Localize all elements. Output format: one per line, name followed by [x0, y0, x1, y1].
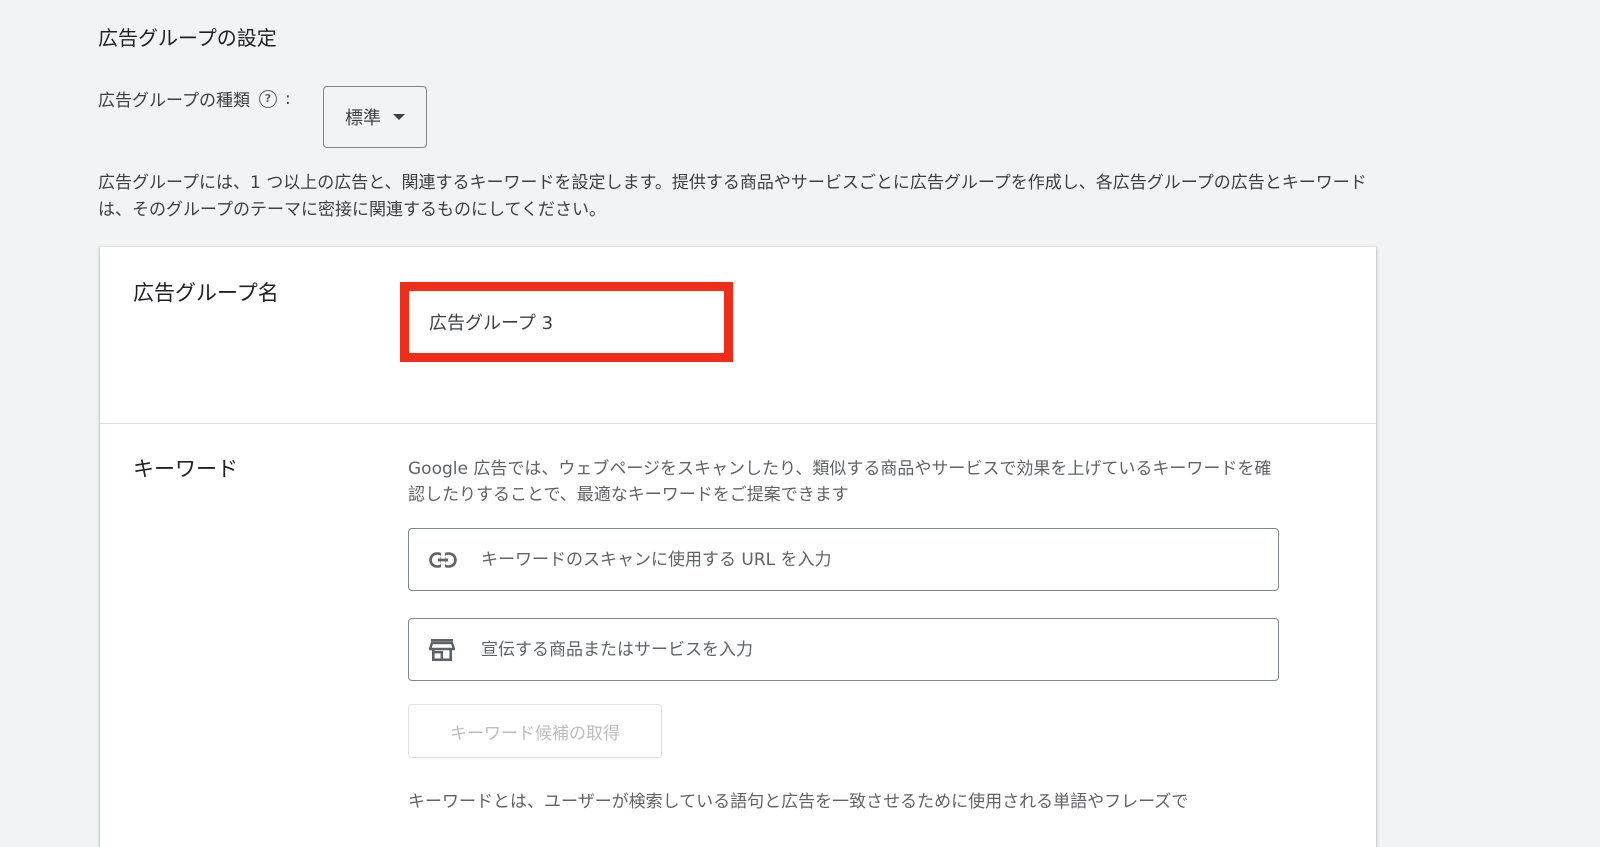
ad-group-type-label-row: 広告グループの種類 ? :: [98, 86, 291, 112]
help-icon[interactable]: ?: [258, 89, 277, 108]
store-icon: [429, 638, 459, 662]
ad-group-card: 広告グループ名 キーワード Google 広告では、ウェブページをスキャンしたり…: [100, 247, 1376, 847]
label-colon: :: [284, 88, 291, 109]
url-field[interactable]: [408, 528, 1279, 591]
get-keyword-suggestions-button[interactable]: キーワード候補の取得: [408, 704, 662, 758]
section-divider: [100, 423, 1376, 424]
product-input[interactable]: [479, 638, 1278, 661]
caret-down-icon: [393, 114, 405, 120]
ad-group-name-input[interactable]: [409, 291, 724, 353]
ad-group-type-dropdown[interactable]: 標準: [323, 86, 427, 148]
section-title: 広告グループの設定: [98, 26, 277, 50]
link-icon: [429, 548, 459, 572]
ad-group-type-selected: 標準: [345, 108, 381, 129]
keywords-description: Google 広告では、ウェブページをスキャンしたり、類似する商品やサービスで効…: [408, 459, 1272, 505]
url-input[interactable]: [479, 548, 1278, 571]
ad-group-name-highlight: [400, 282, 733, 362]
ad-group-description: 広告グループには、1 つ以上の広告と、関連するキーワードを設定します。提供する商…: [98, 173, 1367, 220]
ad-group-type-label: 広告グループの種類: [98, 91, 250, 111]
ad-group-name-label: 広告グループ名: [133, 281, 279, 305]
product-field[interactable]: [408, 618, 1279, 681]
keywords-label: キーワード: [133, 457, 238, 481]
